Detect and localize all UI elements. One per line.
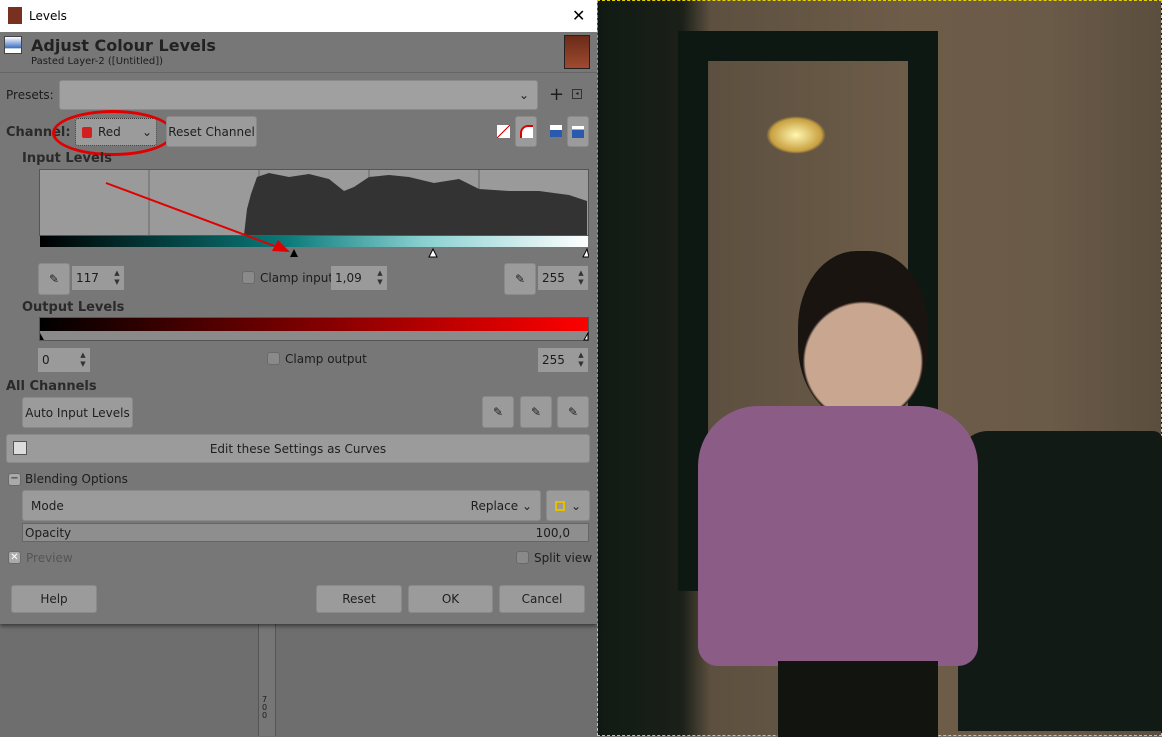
reset-channel-button[interactable]: Reset Channel	[166, 116, 257, 147]
levels-dialog: Levels ✕ Adjust Colour Levels Pasted Lay…	[0, 0, 597, 624]
sofa	[958, 431, 1162, 731]
help-button[interactable]: Help	[11, 585, 97, 613]
opacity-label: Opacity	[25, 526, 72, 540]
help-label: Help	[40, 592, 68, 606]
gamma-slider	[428, 247, 438, 258]
annotation-ellipse	[52, 110, 174, 156]
levels-icon	[4, 36, 22, 54]
spin-arrows[interactable]: ▲ ▼	[110, 266, 124, 290]
spin-arrows[interactable]: ▲ ▼	[574, 266, 588, 290]
cancel-label: Cancel	[521, 592, 563, 606]
edit-as-curves-button[interactable]: Edit these Settings as Curves	[6, 434, 590, 463]
histogram-log-button[interactable]	[567, 116, 589, 147]
split-view-checkbox[interactable]	[516, 551, 529, 564]
histogram-alt-icon	[572, 125, 584, 138]
child-head	[798, 251, 928, 421]
linear-histogram-icon[interactable]	[497, 125, 510, 138]
close-button[interactable]: ✕	[572, 6, 585, 25]
presets-label: Presets:	[6, 88, 54, 102]
white-point-slider	[582, 247, 589, 258]
preview-checkbox[interactable]: ✕	[8, 551, 21, 564]
output-low-spinner[interactable]: 0 ▲ ▼	[38, 348, 90, 372]
opacity-value: 100,0	[535, 526, 570, 540]
clamp-input-label: Clamp input	[260, 271, 334, 285]
lamp	[766, 116, 826, 154]
mode-label: Mode	[31, 498, 64, 513]
clamp-output-checkbox[interactable]	[267, 352, 280, 365]
dialog-header: Adjust Colour Levels Pasted Layer-2 ([Un…	[0, 32, 597, 73]
output-levels-heading: Output Levels	[22, 300, 125, 315]
log-histogram-button[interactable]	[515, 116, 537, 147]
output-low-value: 0	[42, 353, 50, 367]
input-high-spinner[interactable]: 255 ▲ ▼	[538, 266, 588, 290]
gamma-value: 1,09	[335, 271, 362, 285]
histogram-icon[interactable]	[550, 125, 562, 137]
input-levels-heading: Input Levels	[22, 151, 112, 166]
reset-channel-label: Reset Channel	[168, 124, 255, 139]
output-gradient	[39, 317, 589, 341]
ruler: 700	[258, 624, 276, 736]
child-sweater	[698, 406, 978, 666]
black-point-picker[interactable]: ✎	[38, 263, 70, 295]
spin-arrows[interactable]: ▲ ▼	[373, 266, 387, 290]
ok-button[interactable]: OK	[408, 585, 493, 613]
pick-gray-point-button[interactable]: ✎	[520, 396, 552, 428]
gamma-spinner[interactable]: 1,09 ▲ ▼	[331, 266, 387, 290]
chevron-down-icon: ⌄	[518, 88, 529, 102]
opacity-slider[interactable]: Opacity 100,0	[22, 523, 589, 542]
edit-as-curves-label: Edit these Settings as Curves	[209, 441, 387, 456]
clamp-output-label: Clamp output	[285, 352, 367, 366]
eyedropper-gray-icon: ✎	[530, 405, 542, 419]
blending-options-toggle[interactable]: −	[8, 473, 21, 486]
all-channels-heading: All Channels	[6, 379, 97, 394]
app-icon	[8, 7, 22, 24]
composite-mode-dropdown[interactable]: ⌄	[546, 490, 590, 521]
layer-name: Pasted Layer-2 ([Untitled])	[31, 56, 164, 67]
mode-value: Replace	[470, 498, 519, 513]
window-title: Levels	[29, 9, 67, 23]
cancel-button[interactable]: Cancel	[499, 585, 585, 613]
add-preset-button[interactable]: +	[549, 84, 564, 105]
split-view-label: Split view	[534, 551, 593, 565]
layer-thumbnail	[564, 35, 590, 69]
spin-arrows[interactable]: ▲ ▼	[574, 348, 588, 372]
pick-black-point-button[interactable]: ✎	[482, 396, 514, 428]
curves-icon	[13, 441, 27, 455]
child-legs	[778, 661, 938, 737]
pick-white-point-button[interactable]: ✎	[557, 396, 589, 428]
clamp-input-checkbox[interactable]	[242, 271, 255, 284]
preview-label: Preview	[26, 551, 73, 565]
composite-icon	[554, 500, 565, 511]
output-high-value: 255	[542, 353, 565, 367]
input-low-spinner[interactable]: 117 ▲ ▼	[72, 266, 124, 290]
dialog-title: Adjust Colour Levels	[31, 36, 216, 55]
auto-input-levels-label: Auto Input Levels	[25, 405, 130, 420]
annotation-arrow	[105, 182, 290, 252]
eyedropper-icon: ✎	[48, 272, 60, 286]
image-canvas[interactable]	[597, 0, 1162, 737]
log-curve-icon	[519, 125, 533, 138]
presets-dropdown[interactable]: ⌄	[59, 80, 538, 110]
auto-input-levels-button[interactable]: Auto Input Levels	[22, 397, 133, 428]
chevron-down-icon: ⌄	[521, 498, 532, 513]
reset-label: Reset	[342, 592, 376, 606]
mode-dropdown[interactable]: Mode Replace ⌄	[22, 490, 541, 521]
eyedropper-icon: ✎	[514, 272, 526, 286]
reset-button[interactable]: Reset	[316, 585, 402, 613]
ruler-label: 700	[262, 695, 268, 720]
eyedropper-black-icon: ✎	[492, 405, 504, 419]
ok-label: OK	[441, 592, 460, 606]
output-high-spinner[interactable]: 255 ▲ ▼	[538, 348, 588, 372]
input-low-value: 117	[76, 271, 99, 285]
title-bar: Levels ✕	[0, 0, 597, 32]
preset-menu-button[interactable]: ◂	[572, 89, 582, 99]
white-point-picker[interactable]: ✎	[504, 263, 536, 295]
blending-options-label: Blending Options	[25, 472, 128, 486]
eyedropper-white-icon: ✎	[567, 405, 579, 419]
spin-arrows[interactable]: ▲ ▼	[76, 348, 90, 372]
input-high-value: 255	[542, 271, 565, 285]
